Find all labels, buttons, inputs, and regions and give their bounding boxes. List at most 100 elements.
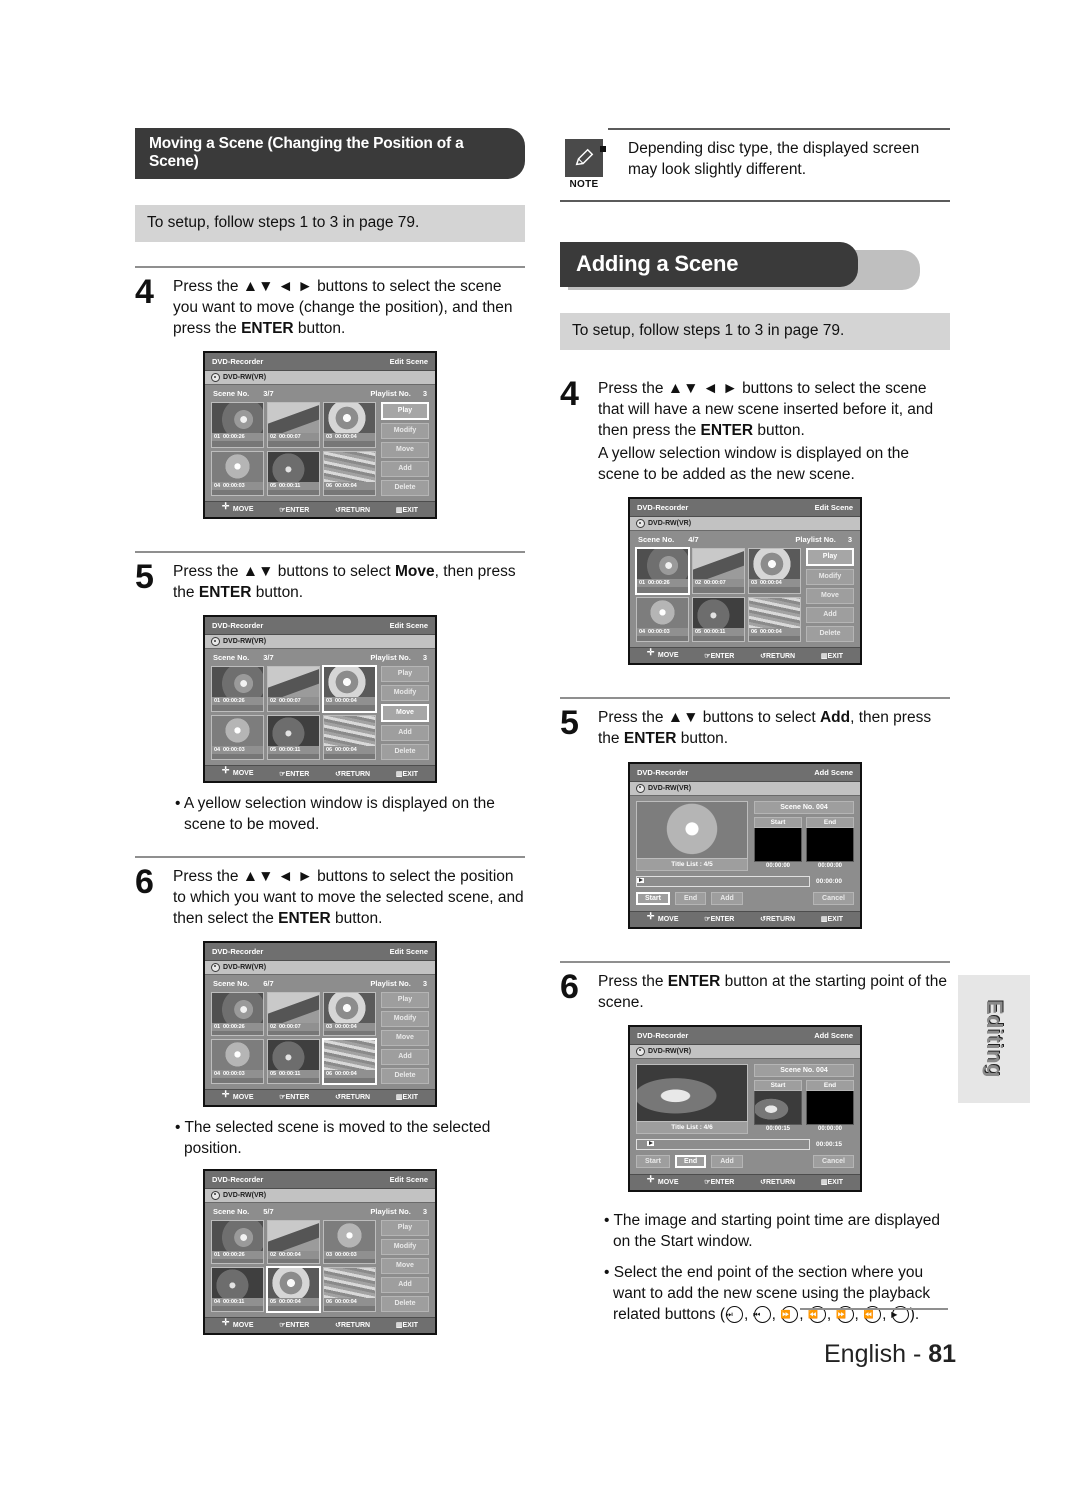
progress-bar[interactable] <box>636 875 810 887</box>
osd-menu-add-button[interactable]: Add <box>381 1276 429 1293</box>
scene-thumbnail[interactable]: 03 00:00:04 <box>323 991 376 1037</box>
scene-thumbnail[interactable]: 01 00:00:26 <box>211 666 264 712</box>
osd-enter-hint[interactable]: ☞ENTER <box>704 915 734 923</box>
osd-exit-hint[interactable]: ▥EXIT <box>396 1093 418 1101</box>
scene-thumbnail[interactable]: 02 00:00:07 <box>267 666 320 712</box>
osd-menu-play-button[interactable]: Play <box>381 402 429 421</box>
osd-menu-move-button[interactable]: Move <box>381 1257 429 1274</box>
osd-menu-delete-button[interactable]: Delete <box>381 480 429 497</box>
osd-return-hint[interactable]: ↺RETURN <box>760 652 795 660</box>
start-panel[interactable]: Start 00:00:00 <box>754 816 802 870</box>
osd-exit-hint[interactable]: ▥EXIT <box>396 770 418 778</box>
osd-move-hint[interactable]: MOVE <box>647 912 679 924</box>
add-scene-add-button[interactable]: Add <box>711 891 743 905</box>
osd-exit-hint[interactable]: ▥EXIT <box>821 1178 843 1186</box>
osd-move-hint[interactable]: MOVE <box>222 1318 254 1330</box>
cancel-button[interactable]: Cancel <box>813 1154 854 1168</box>
osd-menu-add-button[interactable]: Add <box>381 725 429 742</box>
osd-move-hint[interactable]: MOVE <box>647 648 679 660</box>
osd-menu-modify-button[interactable]: Modify <box>806 569 854 586</box>
osd-menu-add-button[interactable]: Add <box>381 1048 429 1065</box>
scene-thumbnail[interactable]: 04 00:00:03 <box>211 1039 264 1084</box>
osd-move-hint[interactable]: MOVE <box>222 766 254 778</box>
osd-menu-modify-button[interactable]: Modify <box>381 1238 429 1255</box>
scene-thumbnail[interactable]: 02 00:00:04 <box>267 1219 320 1265</box>
cancel-button[interactable]: Cancel <box>813 891 854 905</box>
start-panel[interactable]: Start 00:00:15 <box>754 1079 802 1133</box>
progress-knob[interactable] <box>647 1140 655 1146</box>
scene-thumbnail[interactable]: 02 00:00:07 <box>267 991 320 1037</box>
add-scene-add-button[interactable]: Add <box>711 1154 743 1168</box>
osd-menu-move-button[interactable]: Move <box>806 588 854 605</box>
osd-menu-add-button[interactable]: Add <box>381 461 429 478</box>
osd-menu-delete-button[interactable]: Delete <box>381 1295 429 1312</box>
osd-menu-modify-button[interactable]: Modify <box>381 423 429 440</box>
osd-return-hint[interactable]: ↺RETURN <box>335 1093 370 1101</box>
osd-enter-hint[interactable]: ☞ENTER <box>279 1093 309 1101</box>
add-scene-end-button[interactable]: End <box>674 891 707 905</box>
scene-thumbnail[interactable]: 04 00:00:03 <box>636 596 689 643</box>
scene-thumbnail[interactable]: 01 00:00:26 <box>635 547 690 595</box>
osd-return-hint[interactable]: ↺RETURN <box>760 915 795 923</box>
scene-thumbnail[interactable]: 04 00:00:11 <box>211 1267 264 1312</box>
scene-thumbnail[interactable]: 02 00:00:07 <box>267 402 320 448</box>
osd-exit-hint[interactable]: ▥EXIT <box>821 915 843 923</box>
osd-return-hint[interactable]: ↺RETURN <box>335 506 370 514</box>
add-scene-end-button[interactable]: End <box>674 1154 707 1168</box>
osd-menu-play-button[interactable]: Play <box>381 991 429 1008</box>
scene-thumbnail[interactable]: 05 00:00:11 <box>267 450 320 497</box>
scene-thumbnail[interactable]: 03 00:00:03 <box>323 1219 376 1265</box>
osd-return-hint[interactable]: ↺RETURN <box>335 770 370 778</box>
scene-thumbnail[interactable]: 05 00:00:04 <box>266 1266 321 1313</box>
scene-thumbnail[interactable]: 04 00:00:03 <box>211 450 264 497</box>
end-panel[interactable]: End 00:00:00 <box>806 1079 854 1133</box>
osd-menu-add-button[interactable]: Add <box>806 607 854 624</box>
scene-thumbnail[interactable]: 05 00:00:11 <box>267 1039 320 1084</box>
scene-thumbnail[interactable]: 04 00:00:03 <box>211 714 264 761</box>
add-scene-start-button[interactable]: Start <box>636 1154 670 1168</box>
osd-enter-hint[interactable]: ☞ENTER <box>704 652 734 660</box>
osd-return-hint[interactable]: ↺RETURN <box>335 1321 370 1329</box>
osd-enter-hint[interactable]: ☞ENTER <box>279 1321 309 1329</box>
add-scene-start-button[interactable]: Start <box>636 891 670 905</box>
osd-menu-modify-button[interactable]: Modify <box>381 685 429 702</box>
scene-thumbnail[interactable]: 01 00:00:26 <box>211 1219 264 1265</box>
osd-move-hint[interactable]: MOVE <box>647 1175 679 1187</box>
scene-thumbnail[interactable]: 06 00:00:04 <box>323 714 376 761</box>
osd-exit-hint[interactable]: ▥EXIT <box>821 652 843 660</box>
progress-bar[interactable] <box>636 1138 810 1150</box>
osd-menu-play-button[interactable]: Play <box>381 666 429 683</box>
scene-thumbnail[interactable]: 06 00:00:04 <box>322 1038 377 1085</box>
osd-enter-hint[interactable]: ☞ENTER <box>279 770 309 778</box>
osd-title-bar: DVD-Recorder Edit Scene <box>205 942 435 961</box>
osd-menu-delete-button[interactable]: Delete <box>381 744 429 761</box>
osd-enter-hint[interactable]: ☞ENTER <box>279 506 309 514</box>
end-panel[interactable]: End 00:00:00 <box>806 816 854 870</box>
osd-enter-hint[interactable]: ☞ENTER <box>704 1178 734 1186</box>
scene-thumbnail[interactable]: 06 00:00:04 <box>323 450 376 497</box>
osd-menu-modify-button[interactable]: Modify <box>381 1010 429 1027</box>
osd-menu-play-button[interactable]: Play <box>806 548 854 567</box>
osd-move-hint[interactable]: MOVE <box>222 1090 254 1102</box>
scene-thumbnail[interactable]: 06 00:00:04 <box>323 1267 376 1312</box>
osd-exit-hint[interactable]: ▥EXIT <box>396 506 418 514</box>
osd-menu-move-button[interactable]: Move <box>381 1029 429 1046</box>
scene-thumbnail[interactable]: 06 00:00:04 <box>748 596 801 643</box>
scene-thumbnail[interactable]: 03 00:00:04 <box>322 665 377 713</box>
scene-thumbnail[interactable]: 01 00:00:26 <box>211 991 264 1037</box>
scene-thumbnail[interactable]: 05 00:00:11 <box>267 714 320 761</box>
scene-thumbnail[interactable]: 05 00:00:11 <box>692 596 745 643</box>
scene-thumbnail[interactable]: 02 00:00:07 <box>692 548 745 594</box>
osd-menu-move-button[interactable]: Move <box>381 704 429 723</box>
osd-menu-delete-button[interactable]: Delete <box>381 1067 429 1084</box>
osd-menu-move-button[interactable]: Move <box>381 442 429 459</box>
osd-menu-delete-button[interactable]: Delete <box>806 626 854 643</box>
osd-return-hint[interactable]: ↺RETURN <box>760 1178 795 1186</box>
osd-exit-hint[interactable]: ▥EXIT <box>396 1321 418 1329</box>
scene-thumbnail[interactable]: 01 00:00:26 <box>211 402 264 448</box>
progress-knob[interactable] <box>637 877 644 883</box>
osd-move-hint[interactable]: MOVE <box>222 502 254 514</box>
scene-thumbnail[interactable]: 03 00:00:04 <box>323 402 376 448</box>
osd-menu-play-button[interactable]: Play <box>381 1219 429 1236</box>
scene-thumbnail[interactable]: 03 00:00:04 <box>748 548 801 594</box>
